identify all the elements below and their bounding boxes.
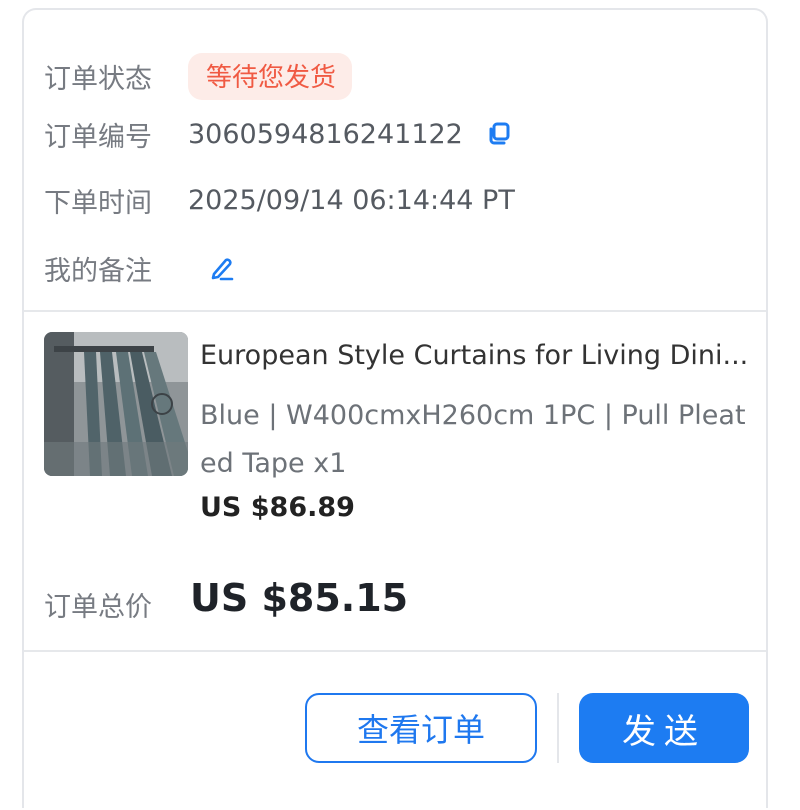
order-number-value: 3060594816241122 [188,118,463,150]
order-number-label: 订单编号 [44,121,152,153]
product-title[interactable]: European Style Curtains for Living Dini.… [200,340,750,371]
order-time-value: 2025/09/14 06:14:44 PT [188,184,515,216]
order-number-row: 订单编号 3060594816241122 [44,114,513,154]
button-divider [557,693,559,763]
order-time-row: 下单时间 2025/09/14 06:14:44 PT [44,180,515,220]
view-order-button[interactable]: 查看订单 [305,693,537,763]
product-image[interactable] [44,332,188,476]
note-label: 我的备注 [44,255,152,287]
pencil-icon[interactable] [208,254,236,282]
status-label: 订单状态 [44,63,152,95]
note-row: 我的备注 [44,248,236,288]
order-info-section: 订单状态 等待您发货 订单编号 3060594816241122 下单时间 20… [24,10,766,312]
product-section: European Style Curtains for Living Dini.… [24,310,766,652]
order-total-value: US $85.15 [190,576,409,620]
status-badge: 等待您发货 [188,52,353,100]
copy-icon[interactable] [485,120,513,148]
status-row: 订单状态 等待您发货 [44,52,353,100]
actions-section: 查看订单 发送 [24,650,766,810]
send-button[interactable]: 发送 [579,693,749,763]
product-spec: Blue | W400cmxH260cm 1PC | Pull Pleated … [200,400,746,479]
order-time-label: 下单时间 [44,187,152,219]
order-total-label: 订单总价 [44,592,152,623]
product-price: US $86.89 [200,492,355,523]
order-card: 订单状态 等待您发货 订单编号 3060594816241122 下单时间 20… [22,8,768,808]
